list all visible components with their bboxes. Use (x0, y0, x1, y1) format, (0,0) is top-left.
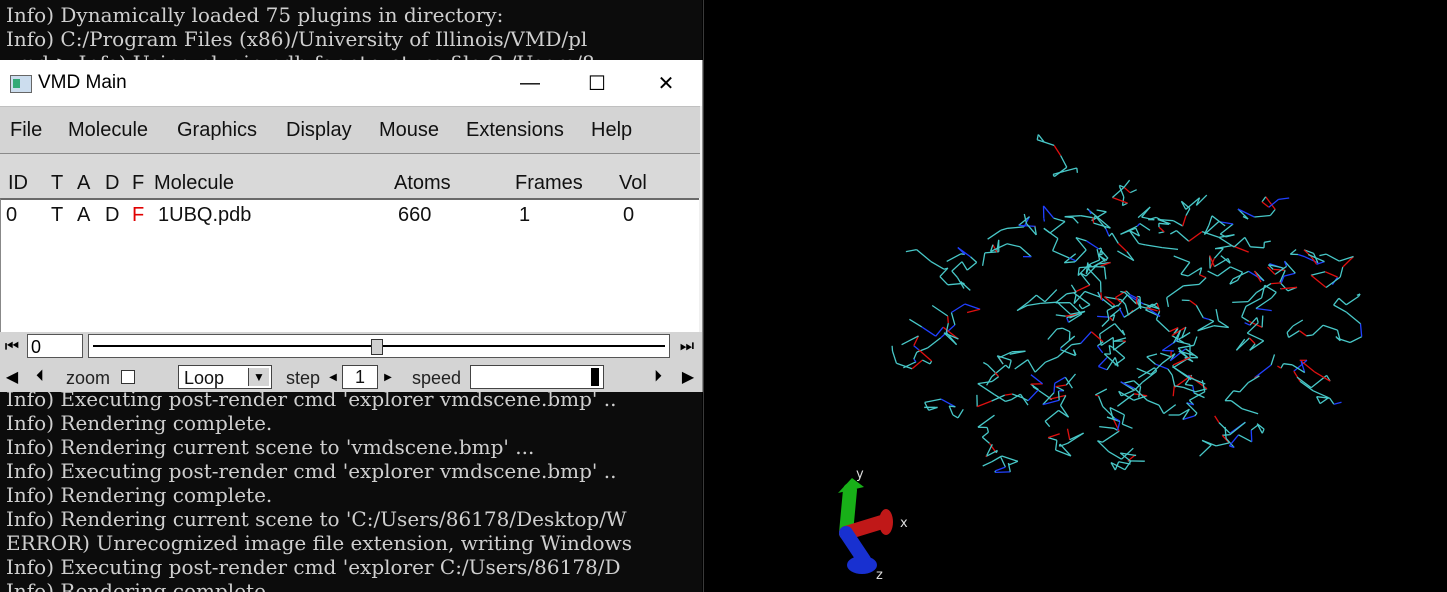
col-vol[interactable]: Vol (619, 172, 647, 195)
title-bar[interactable]: VMD Main — ☐ ✕ (0, 60, 702, 106)
minimize-button[interactable]: — (496, 60, 564, 106)
col-drawn[interactable]: D (105, 172, 119, 195)
step-input[interactable]: 1 (342, 365, 378, 389)
console-line: Info) Rendering complete. (6, 411, 273, 435)
x-axis-label: x (900, 516, 908, 531)
chevron-down-icon[interactable]: ▼ (248, 368, 269, 386)
molecule-active-toggle[interactable]: A (77, 204, 90, 227)
console-line: Info) Dynamically loaded 75 plugins in d… (6, 3, 504, 27)
x-axis-arrowhead (879, 509, 893, 535)
console-line: Info) Rendering current scene to 'C:/Use… (6, 507, 627, 531)
play-reverse-icon[interactable]: ◀ (0, 365, 24, 389)
zoom-label: zoom (66, 368, 111, 388)
maximize-button[interactable]: ☐ (563, 60, 631, 106)
console-line: Info) Executing post-render cmd 'explore… (6, 459, 617, 483)
z-axis-arrowhead (847, 556, 877, 574)
col-frames[interactable]: Frames (515, 172, 583, 195)
z-axis-arrow (839, 526, 871, 567)
menu-molecule[interactable]: Molecule (68, 119, 148, 142)
close-button[interactable]: ✕ (632, 60, 700, 106)
col-active[interactable]: A (77, 172, 90, 195)
loop-style-select[interactable]: Loop ▼ (178, 365, 272, 389)
play-forward-icon[interactable]: ▶ (676, 365, 700, 389)
molecule-top-toggle[interactable]: T (51, 204, 63, 227)
axes-group: y x z (838, 467, 908, 583)
loop-style-value: Loop (184, 368, 225, 388)
step-back-icon[interactable]: ⏴ (28, 365, 52, 389)
playback-controls: ◀ ⏴ zoom Loop ▼ step ◀ 1 ▶ speed ⏵ ▶ (0, 362, 702, 392)
col-atoms[interactable]: Atoms (394, 172, 451, 195)
step-increase-icon[interactable]: ▶ (382, 365, 394, 389)
orientation-axes: y x z (838, 467, 908, 583)
console-line: Info) Rendering complete. (6, 579, 273, 592)
step-decrease-icon[interactable]: ◀ (327, 365, 339, 389)
console-line: Info) C:/Program Files (x86)/University … (6, 27, 588, 51)
molecule-vol: 0 (623, 204, 635, 226)
console-line: Info) Rendering current scene to 'vmdsce… (6, 435, 535, 459)
molecule-list-header: ID T A D F Molecule Atoms Frames Vol (0, 154, 700, 198)
step-label: step (286, 368, 321, 388)
molecule-frames: 1 (519, 204, 531, 226)
window-title: VMD Main (38, 72, 127, 93)
zoom-checkbox[interactable] (121, 370, 135, 384)
animation-row: ⏮ 0 ⏭ (0, 332, 702, 362)
z-axis-label: z (876, 568, 883, 583)
col-top[interactable]: T (51, 172, 63, 195)
vmd-main-window: VMD Main — ☐ ✕ File Molecule Graphics Di… (0, 60, 703, 392)
col-fixed[interactable]: F (132, 172, 144, 195)
jump-to-start-icon[interactable]: ⏮ (0, 335, 24, 359)
menu-mouse[interactable]: Mouse (379, 119, 439, 142)
console-line: Info) Rendering complete. (6, 483, 273, 507)
menu-file[interactable]: File (10, 119, 42, 142)
step-forward-icon[interactable]: ⏵ (646, 365, 670, 389)
molecule-name: 1UBQ.pdb (158, 204, 252, 226)
col-id[interactable]: ID (8, 172, 28, 195)
menu-extensions[interactable]: Extensions (466, 119, 564, 142)
molecule-id: 0 (6, 204, 18, 226)
frame-input[interactable]: 0 (27, 334, 83, 358)
console-line: Info) Executing post-render cmd 'explore… (6, 555, 621, 579)
speed-label: speed (412, 368, 462, 388)
col-molecule[interactable]: Molecule (154, 172, 234, 195)
molecule-list[interactable]: 0 T A D F 1UBQ.pdb 660 1 0 (0, 198, 699, 332)
menu-display[interactable]: Display (286, 119, 352, 142)
speed-slider-handle[interactable] (591, 368, 599, 386)
frame-slider[interactable] (88, 334, 670, 358)
console-line: ERROR) Unrecognized image file extension… (6, 531, 632, 555)
y-axis-label: y (856, 467, 864, 482)
molecule-atoms: 660 (398, 204, 432, 226)
jump-to-end-icon[interactable]: ⏭ (675, 335, 699, 359)
molecule-fixed-toggle[interactable]: F (132, 204, 144, 227)
molecule-drawn-toggle[interactable]: D (105, 204, 119, 227)
vmd-opengl-display[interactable]: y x z (703, 0, 1447, 592)
menu-help[interactable]: Help (591, 119, 632, 142)
vmd-app-icon (10, 75, 32, 93)
slider-thumb[interactable] (371, 339, 383, 355)
speed-slider[interactable] (470, 365, 604, 389)
menu-graphics[interactable]: Graphics (177, 119, 257, 142)
menu-bar: File Molecule Graphics Display Mouse Ext… (0, 106, 700, 155)
